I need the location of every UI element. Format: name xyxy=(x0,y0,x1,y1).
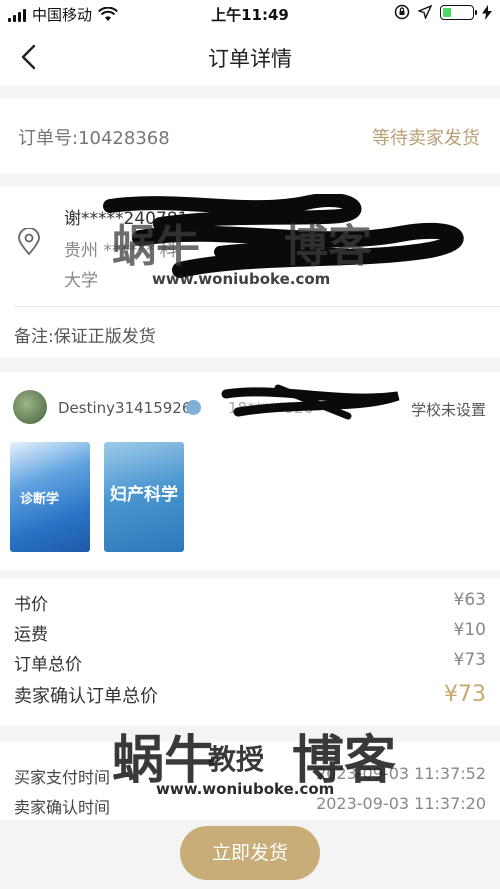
charging-bolt-icon xyxy=(482,4,492,20)
order-status: 等待卖家发货 xyxy=(372,128,480,149)
price-summary-card: 书价 ¥63 运费 ¥10 订单总价 ¥73 卖家确认订单总价 ¥73 xyxy=(0,578,500,726)
order-total-value: ¥73 xyxy=(453,650,486,670)
confirmed-total-value: ¥73 xyxy=(444,682,486,707)
buyer-paid-value: 2023-09-03 11:37:52 xyxy=(316,764,486,783)
nav-bar: 订单详情 xyxy=(0,28,500,86)
ship-now-button[interactable]: 立即发货 xyxy=(180,826,320,880)
page-title: 订单详情 xyxy=(208,47,292,71)
order-total-row: 订单总价 ¥73 xyxy=(14,650,486,680)
shipping-fee-label: 运费 xyxy=(14,625,48,645)
book-cover-obstetrics[interactable]: 妇产科学 xyxy=(104,442,184,552)
buyer-paid-label: 买家支付时间 xyxy=(14,768,111,787)
battery-level xyxy=(443,7,451,17)
confirmed-total-label: 卖家确认订单总价 xyxy=(14,686,158,707)
seller-confirmed-value: 2023-09-03 11:37:20 xyxy=(316,794,486,813)
order-total-label: 订单总价 xyxy=(14,655,82,675)
seller-confirmed-row: 卖家确认时间 2023-09-03 11:37:20 xyxy=(14,794,486,820)
book-title: 诊断学 xyxy=(20,492,60,507)
recipient-name-phone: 谢*****240781 xyxy=(64,209,189,229)
seller-phone: 18*****926 xyxy=(228,399,314,417)
seller-confirmed-label: 卖家确认时间 xyxy=(14,798,111,817)
buyer-paid-row: 买家支付时间 2023-09-03 11:37:52 xyxy=(14,764,486,790)
divider xyxy=(14,306,500,307)
seller-school: 学校未设置 xyxy=(410,401,486,419)
shipping-fee-row: 运费 ¥10 xyxy=(14,620,486,650)
order-number: 订单号:10428368 xyxy=(18,128,170,149)
shipping-address-card: 谢*****240781 贵州 ****** 科 大学 备注:保证正版发货 xyxy=(0,186,500,358)
book-title: 妇产科学 xyxy=(110,485,178,505)
confirmed-total-row: 卖家确认订单总价 ¥73 xyxy=(14,682,486,712)
shipping-fee-value: ¥10 xyxy=(453,620,486,640)
status-bar-right xyxy=(394,4,492,20)
location-pin-icon xyxy=(18,228,40,256)
verified-badge-icon xyxy=(186,400,201,415)
battery-icon xyxy=(440,4,477,20)
status-bar: 中国移动 上午11:49 xyxy=(0,0,500,28)
timeline-card: 买家支付时间 2023-09-03 11:37:52 卖家确认时间 2023-0… xyxy=(0,742,500,820)
recipient-address: 贵州 ****** 科 大学 xyxy=(64,241,177,291)
book-price-value: ¥63 xyxy=(453,590,486,610)
order-info-card: 订单号:10428368 等待卖家发货 xyxy=(0,98,500,174)
seller-books-card: Destiny31415926 18*****926 学校未设置 诊断学 妇产科… xyxy=(0,372,500,570)
orientation-lock-icon xyxy=(394,4,410,20)
order-remark: 备注:保证正版发货 xyxy=(14,327,156,347)
location-arrow-icon xyxy=(418,5,432,19)
seller-username[interactable]: Destiny31415926 xyxy=(58,399,191,417)
seller-avatar[interactable] xyxy=(13,390,47,424)
book-cover-diagnostics[interactable]: 诊断学 xyxy=(10,442,90,552)
book-price-label: 书价 xyxy=(14,595,48,615)
book-price-row: 书价 ¥63 xyxy=(14,590,486,620)
